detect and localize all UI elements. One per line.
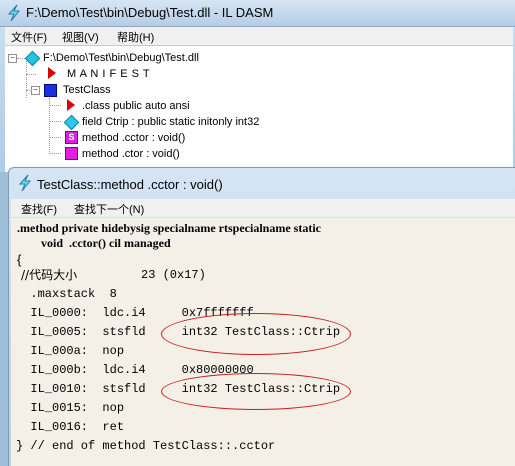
tree-item-manifest[interactable]: M A N I F E S T	[67, 66, 150, 82]
menu-find[interactable]: 查找(F)	[21, 201, 57, 217]
tree-line	[26, 74, 36, 75]
il-instruction: .maxstack 8	[16, 287, 117, 301]
tree-line	[49, 137, 61, 138]
method-header-line: void .cctor() cil managed	[17, 236, 171, 250]
tree-item-ctor[interactable]: method .ctor : void()	[82, 146, 180, 162]
ildasm-main-window: F:\Demo\Test\bin\Debug\Test.dll - IL DAS…	[0, 0, 515, 172]
collapse-root-toggle[interactable]: −	[8, 54, 17, 63]
menu-find-next[interactable]: 查找下一个(N)	[74, 201, 144, 217]
tree-view: − F:\Demo\Test\bin\Debug\Test.dll M A N …	[5, 46, 513, 172]
collapse-class-toggle[interactable]: −	[31, 86, 40, 95]
tree-line	[26, 58, 27, 98]
menu-file[interactable]: 文件(F)	[11, 29, 47, 45]
main-menu-bar: 文件(F) 视图(V) 帮助(H)	[5, 27, 513, 46]
code-window-title-bar[interactable]: TestClass::method .cctor : void()	[9, 168, 515, 198]
blue-square-icon	[44, 84, 57, 97]
il-instruction: IL_0015: nop	[16, 401, 125, 415]
tree-line	[49, 121, 61, 122]
highlight-ellipse	[161, 313, 351, 355]
code-size-value: 23 (0x17)	[141, 268, 206, 282]
static-method-icon: S	[65, 131, 78, 144]
code-window-title: TestClass::method .cctor : void()	[37, 177, 223, 192]
il-dasm-app-icon	[18, 174, 32, 192]
method-icon	[65, 147, 78, 160]
cyan-diamond-icon	[24, 50, 41, 67]
tree-item-field[interactable]: field Ctrip : public static initonly int…	[82, 114, 259, 130]
main-window-title: F:\Demo\Test\bin\Debug\Test.dll - IL DAS…	[26, 5, 274, 20]
tree-item-class[interactable]: TestClass	[63, 82, 111, 98]
tree-item-class-attrs[interactable]: .class public auto ansi	[82, 98, 190, 114]
tree-item-cctor[interactable]: method .cctor : void()	[82, 130, 185, 146]
tree-line	[49, 105, 61, 106]
il-instruction: IL_0016: ret	[16, 420, 125, 434]
code-menu-bar: 查找(F) 查找下一个(N)	[11, 199, 515, 217]
il-code-view[interactable]: .method private hidebysig specialname rt…	[11, 218, 515, 466]
code-size-comment: //代码大小	[21, 268, 78, 282]
red-triangle-icon	[67, 99, 75, 111]
highlight-ellipse	[161, 373, 351, 410]
open-brace: {	[17, 252, 22, 267]
tree-line	[49, 98, 50, 152]
method-code-window: TestClass::method .cctor : void() 查找(F) …	[8, 167, 515, 466]
method-header-line: .method private hidebysig specialname rt…	[17, 221, 321, 235]
tree-line	[49, 153, 61, 154]
il-dasm-app-icon	[7, 4, 21, 22]
method-end-line: } // end of method TestClass::.cctor	[16, 439, 276, 453]
menu-view[interactable]: 视图(V)	[62, 29, 99, 45]
il-instruction: IL_000a: nop	[16, 344, 125, 358]
red-triangle-icon	[48, 67, 56, 79]
cyan-field-icon	[63, 114, 80, 131]
main-title-bar[interactable]: F:\Demo\Test\bin\Debug\Test.dll - IL DAS…	[0, 0, 515, 27]
tree-item-root[interactable]: F:\Demo\Test\bin\Debug\Test.dll	[43, 50, 199, 66]
menu-help[interactable]: 帮助(H)	[117, 29, 154, 45]
